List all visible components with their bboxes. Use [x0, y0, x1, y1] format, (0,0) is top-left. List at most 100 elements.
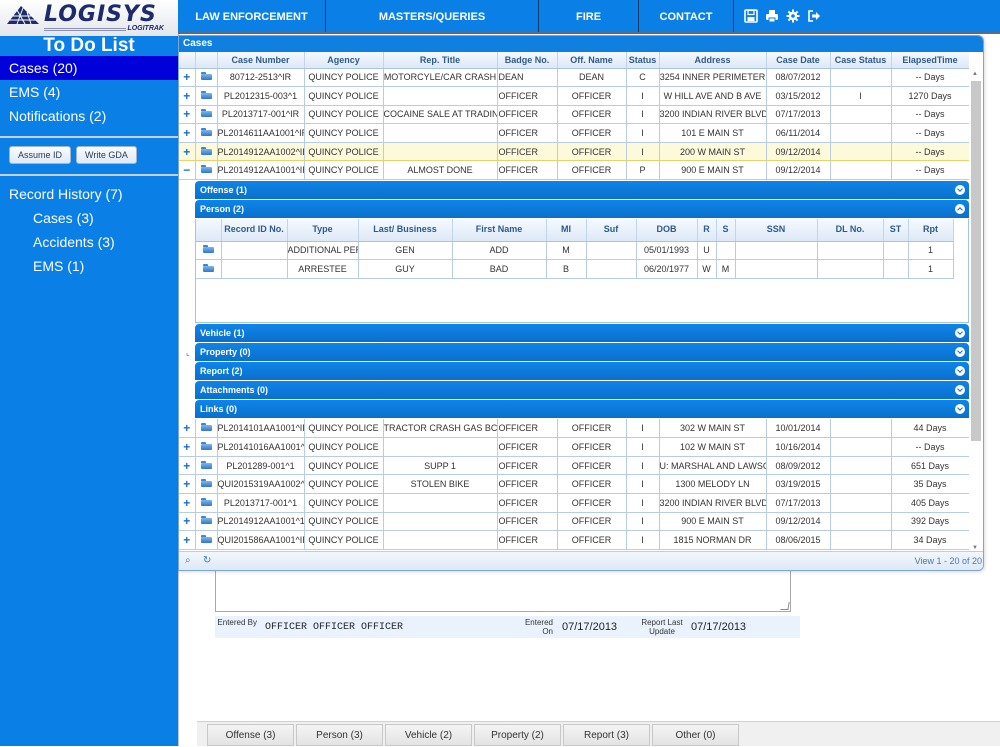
expand-row-icon[interactable]: + [183, 533, 190, 547]
section-attachments-header[interactable]: Attachments (0) [195, 381, 969, 400]
expand-row-icon[interactable]: + [183, 126, 190, 140]
open-folder-icon[interactable] [200, 146, 212, 155]
tab-vehicle[interactable]: Vehicle (2) [385, 724, 472, 746]
open-folder-icon[interactable] [200, 460, 212, 469]
open-folder-icon[interactable] [200, 109, 212, 118]
column-header[interactable]: Case Status [830, 52, 892, 69]
logout-icon[interactable] [807, 9, 821, 23]
open-folder-icon[interactable] [200, 516, 212, 525]
case-row[interactable]: + PL20141016AA1001^ QUINCY POLICE OFFICER OF… [179, 437, 969, 457]
expand-row-icon[interactable]: + [183, 421, 190, 435]
nav-fire[interactable]: FIRE [539, 0, 639, 32]
person-row[interactable]: ARRESTEE GUY BAD B 06/20/1977 W M 1 [196, 259, 954, 279]
save-icon[interactable] [744, 9, 758, 23]
person-column-header[interactable]: ST [883, 219, 909, 242]
case-row[interactable]: + PL2013717-001^1 QUINCY POLICE OFFICER OFFI… [179, 493, 969, 513]
open-folder-icon[interactable] [202, 245, 214, 254]
scrollbar-thumb[interactable] [971, 81, 981, 441]
sidebar-item-record-history[interactable]: Record History (7) [0, 182, 178, 206]
assume-id-button[interactable]: Assume ID [9, 146, 72, 164]
search-icon[interactable]: ⌕ [185, 555, 191, 566]
column-header[interactable]: ElapsedTime [891, 52, 969, 69]
person-column-header[interactable]: S [716, 219, 736, 242]
case-row[interactable]: + PL2014611AA1001^IR QUINCY POLICE OFFICER O… [179, 123, 969, 143]
column-header[interactable]: Rep. Title [383, 52, 498, 69]
report-narrative-textarea[interactable] [215, 564, 791, 612]
column-header[interactable]: Agency [304, 52, 384, 69]
case-row[interactable]: + QUI201586AA1001^IR QUINCY POLICE OFFICER O… [179, 530, 969, 550]
expand-icon[interactable] [955, 366, 965, 377]
sidebar-item-ems[interactable]: EMS (4) [0, 80, 178, 104]
person-column-header[interactable]: DL No. [817, 219, 884, 242]
write-gda-button[interactable]: Write GDA [76, 146, 137, 164]
collapse-icon[interactable] [955, 204, 965, 215]
section-property-header[interactable]: Property (0) [195, 343, 969, 362]
case-row[interactable]: + PL2012315-003^1 QUINCY POLICE OFFICER OFFI… [179, 86, 969, 106]
tab-report[interactable]: Report (3) [563, 724, 650, 746]
print-icon[interactable] [765, 9, 779, 23]
person-column-header[interactable]: DOB [636, 219, 698, 242]
section-vehicle-header[interactable]: Vehicle (1) [195, 324, 969, 343]
open-folder-icon[interactable] [200, 441, 212, 450]
open-folder-icon[interactable] [200, 165, 212, 174]
case-row[interactable]: + PL2014912AA1001^1 QUINCY POLICE OFFICER OF… [179, 512, 969, 532]
nav-contact[interactable]: CONTACT [639, 0, 734, 32]
expand-row-icon[interactable]: + [183, 477, 190, 491]
open-folder-icon[interactable] [200, 479, 212, 488]
expand-row-icon[interactable]: + [183, 70, 190, 84]
open-folder-icon[interactable] [200, 128, 212, 137]
open-folder-icon[interactable] [200, 72, 212, 81]
expand-icon[interactable] [955, 404, 965, 415]
case-row[interactable]: + PL201289-001^1 QUINCY POLICE SUPP 1 OFFICE… [179, 456, 969, 476]
expand-row-icon[interactable]: + [183, 514, 190, 528]
person-column-header[interactable]: Last/ Business [358, 219, 453, 242]
gear-icon[interactable] [786, 9, 800, 23]
refresh-icon[interactable]: ↻ [203, 555, 211, 566]
expand-row-icon[interactable]: + [183, 145, 190, 159]
open-folder-icon[interactable] [200, 90, 212, 99]
person-column-header[interactable]: MI [546, 219, 587, 242]
tab-person[interactable]: Person (3) [296, 724, 383, 746]
person-row[interactable]: ADDITIONAL PERSONGENADDM 05/01/1993U 1 [196, 241, 954, 261]
scroll-up-icon[interactable]: ▲ [972, 71, 978, 77]
expand-row-icon[interactable]: + [183, 496, 190, 510]
person-column-header[interactable]: Record ID No. [221, 219, 288, 242]
sidebar-item-cases[interactable]: Cases (20) [0, 56, 178, 80]
section-report-header[interactable]: Report (2) [195, 362, 969, 381]
collapse-row-icon[interactable]: − [183, 163, 190, 177]
expand-icon[interactable] [955, 328, 965, 339]
expand-row-icon[interactable]: + [183, 89, 190, 103]
expand-row-icon[interactable]: + [183, 107, 190, 121]
column-header[interactable]: Status [626, 52, 660, 69]
nav-masters-queries[interactable]: MASTERS/QUERIES [326, 0, 539, 32]
resize-grip[interactable] [780, 602, 790, 610]
open-folder-icon[interactable] [200, 423, 212, 432]
column-header[interactable]: Address [659, 52, 767, 69]
expand-icon[interactable] [955, 385, 965, 396]
column-header[interactable]: Off. Name [557, 52, 627, 69]
case-row[interactable]: − PL2014912AA1001^IR QUINCY POLICE ALMOST D… [179, 160, 969, 181]
section-offense-header[interactable]: Offense (1) [195, 181, 969, 200]
case-row[interactable]: + PL2014101AA1001^IR QUINCY POLICE TRACTOR … [179, 419, 969, 439]
case-row[interactable]: + PL2013717-001^IR QUINCY POLICE COCAINE SA… [179, 105, 969, 125]
case-row[interactable]: +80712-2513^IR QUINCY POLICE MOTORCYLE/CAR… [179, 68, 969, 88]
open-folder-icon[interactable] [200, 534, 212, 543]
case-row[interactable]: + PL2014912AA1002^IR QUINCY POLICE OFFICER O… [179, 141, 969, 162]
tab-other[interactable]: Other (0) [652, 724, 739, 746]
cases-scrollbar[interactable]: ▲ ▼ [969, 69, 983, 553]
column-header[interactable]: Case Number [217, 52, 305, 69]
expand-icon[interactable] [955, 347, 965, 358]
expand-row-icon[interactable]: + [183, 440, 190, 454]
person-column-header[interactable]: R [697, 219, 717, 242]
tab-offense[interactable]: Offense (3) [207, 724, 294, 746]
open-folder-icon[interactable] [202, 263, 214, 272]
tab-property[interactable]: Property (2) [474, 724, 561, 746]
expand-icon[interactable] [955, 185, 965, 196]
person-column-header[interactable]: Suf [586, 219, 637, 242]
section-person-header[interactable]: Person (2) [195, 200, 969, 219]
nav-law-enforcement[interactable]: LAW ENFORCEMENT [178, 0, 326, 32]
sidebar-item-notifications[interactable]: Notifications (2) [0, 104, 178, 128]
section-links-header[interactable]: Links (0) [195, 400, 969, 419]
person-column-header[interactable]: Rpt [908, 219, 954, 242]
case-row[interactable]: + QUI2015319AA1002^ QUINCY POLICE STOLEN BI… [179, 474, 969, 494]
